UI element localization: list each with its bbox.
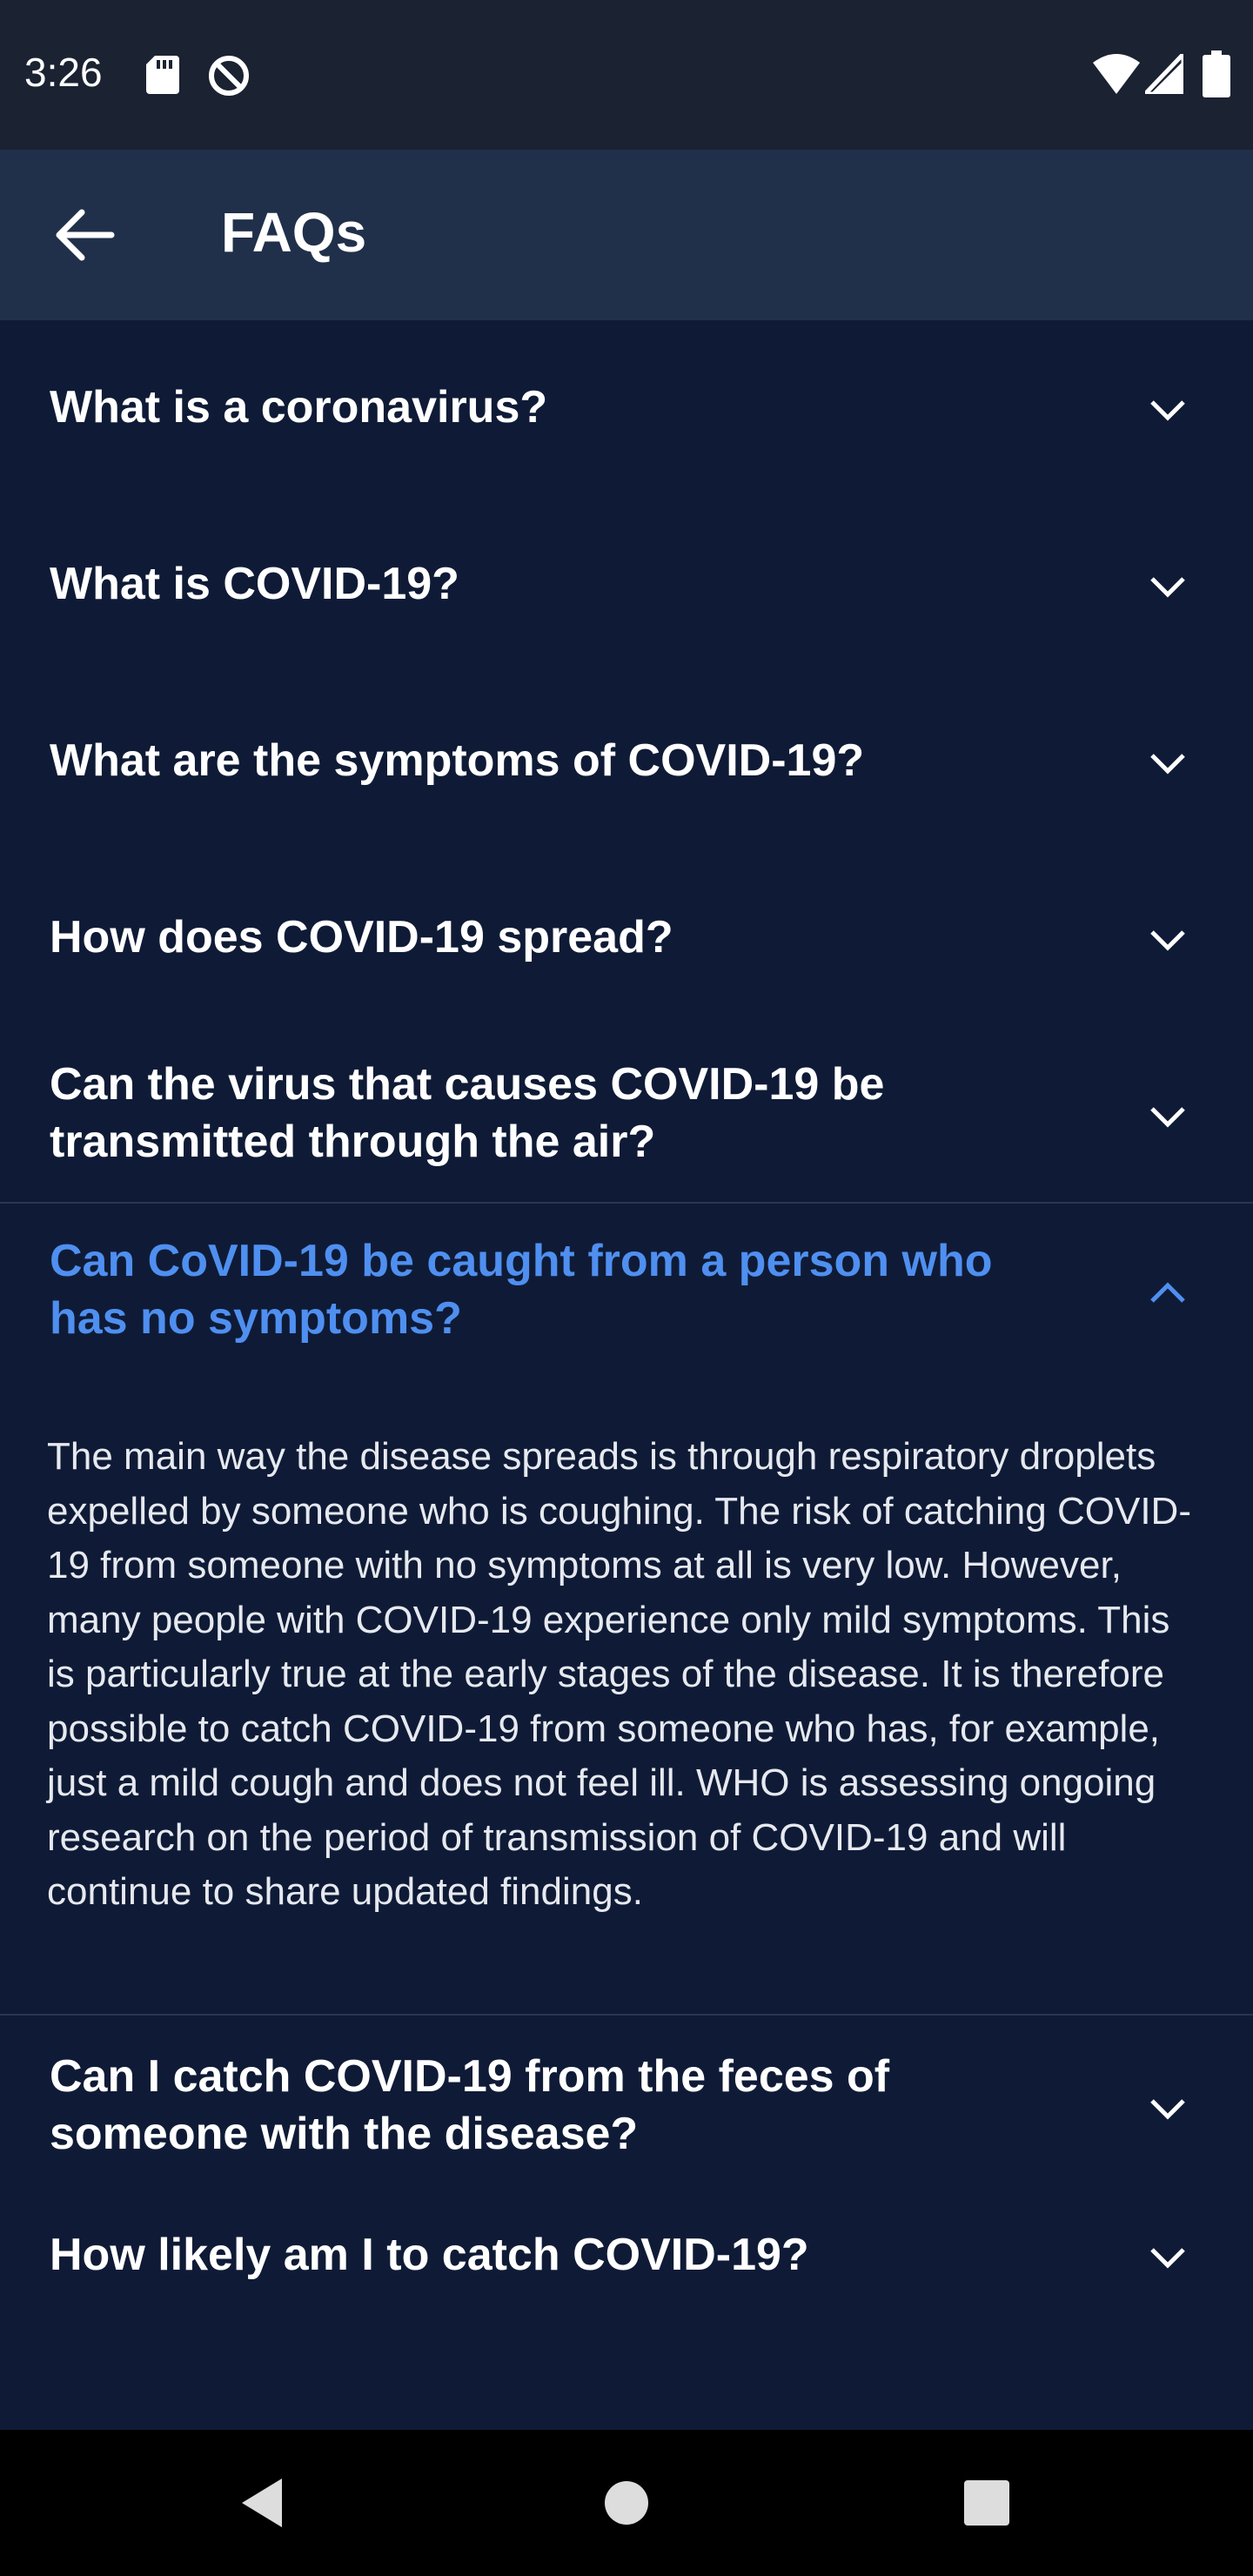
- signal-icon: [1145, 54, 1183, 94]
- faq-item[interactable]: What are the symptoms of COVID-19?: [0, 674, 1253, 850]
- faq-question: What are the symptoms of COVID-19?: [50, 735, 865, 786]
- battery-icon: [1203, 50, 1230, 97]
- faq-question: How likely am I to catch COVID-19?: [50, 2230, 809, 2280]
- faq-item[interactable]: How does COVID-19 spread?: [0, 850, 1253, 1027]
- faq-question: What is COVID-19?: [50, 559, 459, 609]
- chevron-down-icon[interactable]: [1147, 395, 1189, 423]
- do-not-disturb-icon: [209, 56, 249, 96]
- chevron-up-icon[interactable]: [1147, 1278, 1189, 1306]
- faq-question: How does COVID-19 spread?: [50, 912, 673, 963]
- chevron-down-icon[interactable]: [1147, 2094, 1189, 2122]
- chevron-down-icon[interactable]: [1147, 925, 1189, 953]
- chevron-down-icon[interactable]: [1147, 1102, 1189, 1130]
- nav-back-icon[interactable]: [237, 2475, 289, 2531]
- page-title: FAQs: [221, 201, 367, 264]
- status-bar: 3:26: [0, 0, 1253, 150]
- nav-recents-icon[interactable]: [964, 2480, 1009, 2526]
- chevron-down-icon[interactable]: [1147, 2243, 1189, 2271]
- faq-question: Can I catch COVID-19 from the feces of s…: [50, 2051, 890, 2159]
- faq-item[interactable]: What is a coronavirus?: [0, 320, 1253, 497]
- faq-question: Can CoVID-19 be caught from a person who…: [50, 1236, 993, 1344]
- faq-item[interactable]: Can the virus that causes COVID-19 be tr…: [0, 1027, 1253, 1204]
- status-time: 3:26: [24, 50, 103, 95]
- faq-item[interactable]: What is COVID-19?: [0, 497, 1253, 674]
- system-nav-bar: [0, 2430, 1253, 2576]
- wifi-icon: [1093, 54, 1140, 94]
- faq-answer: The main way the disease spreads is thro…: [47, 1435, 1191, 1913]
- chevron-down-icon[interactable]: [1147, 572, 1189, 600]
- app-bar: FAQs: [0, 150, 1253, 320]
- faq-question: What is a coronavirus?: [50, 382, 548, 433]
- faq-list: What is a coronavirus? What is COVID-19?…: [0, 320, 1253, 2375]
- faq-item[interactable]: Can I catch COVID-19 from the feces of s…: [0, 2016, 1253, 2198]
- faq-item-expanded[interactable]: Can CoVID-19 be caught from a person who…: [0, 1204, 1253, 2016]
- sd-card-icon: [146, 56, 179, 94]
- faq-item[interactable]: How likely am I to catch COVID-19?: [0, 2198, 1253, 2375]
- back-arrow-icon[interactable]: [49, 198, 122, 272]
- faq-question: Can the virus that causes COVID-19 be tr…: [50, 1059, 885, 1167]
- nav-home-icon[interactable]: [604, 2480, 649, 2526]
- chevron-down-icon[interactable]: [1147, 748, 1189, 776]
